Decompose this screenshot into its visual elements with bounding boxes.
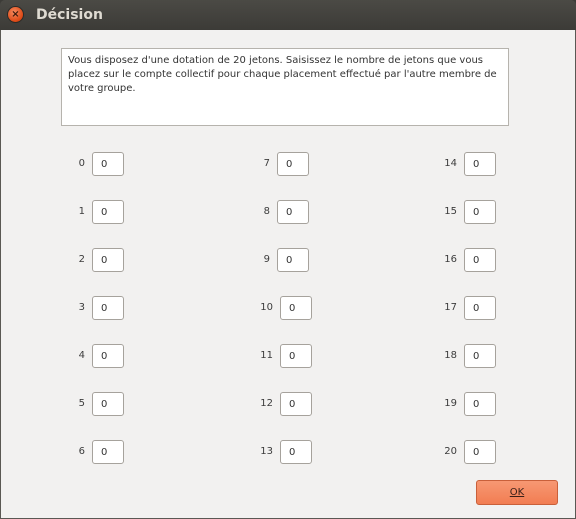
- jetons-input-4[interactable]: [92, 344, 124, 368]
- jetons-input-14[interactable]: [464, 152, 496, 176]
- jetons-input-15[interactable]: [464, 200, 496, 224]
- field-label: 3: [78, 302, 85, 313]
- jetons-input-6[interactable]: [92, 440, 124, 464]
- jetons-input-3[interactable]: [92, 296, 124, 320]
- field-label: 11: [260, 350, 273, 361]
- field-label: 9: [263, 254, 270, 265]
- jetons-input-13[interactable]: [280, 440, 312, 464]
- field-label: 7: [263, 158, 270, 169]
- window-border-left: [0, 30, 1, 519]
- jetons-input-5[interactable]: [92, 392, 124, 416]
- jetons-input-12[interactable]: [280, 392, 312, 416]
- field-label: 14: [444, 158, 457, 169]
- jetons-input-9[interactable]: [277, 248, 309, 272]
- field-label: 17: [444, 302, 457, 313]
- jetons-input-2[interactable]: [92, 248, 124, 272]
- field-label: 0: [78, 158, 85, 169]
- jetons-input-8[interactable]: [277, 200, 309, 224]
- jetons-input-7[interactable]: [277, 152, 309, 176]
- field-label: 13: [260, 446, 273, 457]
- ok-button[interactable]: OK: [476, 480, 558, 505]
- field-label: 16: [444, 254, 457, 265]
- field-label: 12: [260, 398, 273, 409]
- title-bar: × Décision: [0, 0, 576, 30]
- field-label: 8: [263, 206, 270, 217]
- window-title: Décision: [36, 7, 103, 23]
- field-label: 10: [260, 302, 273, 313]
- jetons-input-17[interactable]: [464, 296, 496, 320]
- jetons-input-18[interactable]: [464, 344, 496, 368]
- jetons-input-20[interactable]: [464, 440, 496, 464]
- field-label: 20: [444, 446, 457, 457]
- field-label: 6: [78, 446, 85, 457]
- field-label: 5: [78, 398, 85, 409]
- jetons-input-0[interactable]: [92, 152, 124, 176]
- field-label: 1: [78, 206, 85, 217]
- field-label: 2: [78, 254, 85, 265]
- field-label: 19: [444, 398, 457, 409]
- jetons-input-1[interactable]: [92, 200, 124, 224]
- field-label: 15: [444, 206, 457, 217]
- field-label: 4: [78, 350, 85, 361]
- field-label: 18: [444, 350, 457, 361]
- instructions-text: Vous disposez d'une dotation de 20 jeton…: [61, 48, 509, 126]
- close-icon[interactable]: ×: [8, 7, 23, 22]
- jetons-input-10[interactable]: [280, 296, 312, 320]
- jetons-input-16[interactable]: [464, 248, 496, 272]
- jetons-input-19[interactable]: [464, 392, 496, 416]
- jetons-input-11[interactable]: [280, 344, 312, 368]
